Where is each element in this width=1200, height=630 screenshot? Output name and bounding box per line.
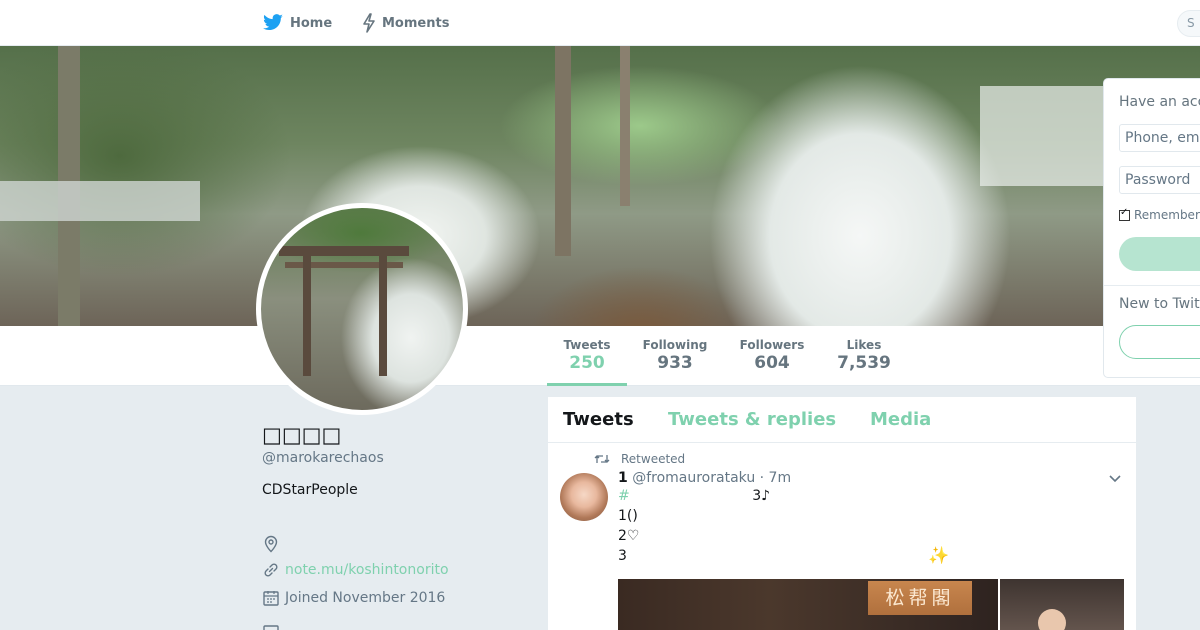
- remember-checkbox[interactable]: [1119, 207, 1130, 221]
- profile-bio: CDStarPeople: [262, 482, 358, 498]
- joined-row: Joined November 2016: [262, 588, 445, 608]
- avatar-detail: [379, 256, 387, 376]
- banner-roof: [0, 181, 200, 221]
- top-nav: Home Moments S: [0, 0, 1200, 46]
- nav-moments[interactable]: Moments: [362, 0, 449, 46]
- login-button[interactable]: [1119, 237, 1200, 271]
- nav-moments-label: Moments: [382, 15, 450, 31]
- phone-email-input[interactable]: Phone, email: [1119, 124, 1200, 152]
- photo-icon: [263, 625, 279, 630]
- stat-label: Tweets: [563, 338, 611, 352]
- retweet-context: Retweeted: [594, 452, 685, 466]
- profile-name: □□□□: [262, 423, 342, 447]
- nav-home[interactable]: Home: [262, 0, 332, 46]
- tweet-author-name[interactable]: 1: [618, 470, 628, 486]
- joined-date: Joined November 2016: [285, 590, 446, 606]
- location-row: [262, 534, 285, 554]
- remember-label: Remember me: [1134, 208, 1200, 222]
- divider: [1104, 285, 1200, 286]
- password-input[interactable]: Password: [1119, 166, 1200, 194]
- banner-figure: [980, 86, 1110, 186]
- signup-title: New to Twitter?: [1119, 296, 1200, 312]
- tab-tweets-replies[interactable]: Tweets & replies: [668, 409, 836, 430]
- tweet-text-fragment: 3♪: [752, 488, 771, 504]
- chevron-down-icon[interactable]: [1108, 474, 1122, 484]
- avatar-detail: [303, 256, 311, 376]
- media-sign: 松帮閣: [868, 581, 972, 615]
- tweet-text-line: 3: [618, 548, 627, 564]
- tweet-header: 1 @fromaurorataku · 7m: [618, 470, 791, 486]
- photos-row: [262, 622, 285, 630]
- link-icon: [264, 563, 278, 577]
- login-title: Have an account?: [1119, 94, 1200, 110]
- stat-value: 7,539: [837, 353, 891, 373]
- tweet-media-image[interactable]: [1000, 579, 1124, 630]
- remember-me[interactable]: Remember me: [1119, 207, 1200, 222]
- sparkle-emoji: ✨: [928, 546, 950, 566]
- timeline: Tweets Tweets & replies Media Retweeted …: [548, 397, 1136, 630]
- stat-value: 250: [569, 353, 605, 373]
- tweet-time[interactable]: · 7m: [760, 470, 791, 486]
- search-input[interactable]: S: [1177, 10, 1200, 37]
- stat-label: Following: [642, 338, 708, 352]
- bird-icon: [263, 14, 283, 31]
- location-pin-icon: [264, 535, 278, 553]
- stat-tweets[interactable]: Tweets 250: [547, 326, 627, 386]
- retweet-label: Retweeted: [621, 452, 686, 466]
- tweet-media-image[interactable]: 松帮閣: [618, 579, 998, 630]
- stat-following[interactable]: Following 933: [637, 326, 713, 386]
- lightning-icon: [363, 13, 375, 33]
- tweet-text-line: # 3♪: [618, 488, 770, 504]
- timeline-tabs: Tweets Tweets & replies Media: [548, 397, 1136, 443]
- stat-likes[interactable]: Likes 7,539: [830, 326, 898, 386]
- tab-tweets[interactable]: Tweets: [563, 409, 634, 430]
- nav-home-label: Home: [290, 15, 333, 31]
- tweet-hashtag[interactable]: #: [618, 488, 630, 504]
- profile-avatar[interactable]: [256, 203, 468, 415]
- media-detail: [1038, 609, 1066, 630]
- stat-label: Followers: [739, 338, 805, 352]
- retweet-icon: [594, 455, 610, 463]
- stat-value: 933: [657, 353, 693, 373]
- website-row: note.mu/koshintonorito: [262, 560, 449, 580]
- banner-post: [620, 46, 630, 206]
- profile-handle[interactable]: @marokarechaos: [262, 450, 384, 466]
- stat-value: 604: [754, 353, 790, 373]
- profile-banner: [0, 46, 1200, 326]
- tweet-text-line: 1(): [618, 508, 638, 524]
- tab-media[interactable]: Media: [870, 409, 931, 430]
- tweet-author-avatar[interactable]: [560, 473, 608, 521]
- signup-button[interactable]: [1119, 325, 1200, 359]
- calendar-icon: [263, 591, 279, 606]
- login-card: Have an account? Phone, email Password R…: [1103, 78, 1200, 378]
- profile-nav: Tweets 250 Following 933 Followers 604 L…: [0, 326, 1200, 386]
- banner-post: [555, 46, 571, 256]
- tweet-text-line: 2♡: [618, 528, 640, 544]
- website-link[interactable]: note.mu/koshintonorito: [285, 562, 449, 578]
- stat-label: Likes: [846, 338, 882, 352]
- tweet-author-handle[interactable]: @fromaurorataku: [632, 470, 755, 486]
- avatar-detail: [279, 246, 409, 256]
- stat-followers[interactable]: Followers 604: [734, 326, 810, 386]
